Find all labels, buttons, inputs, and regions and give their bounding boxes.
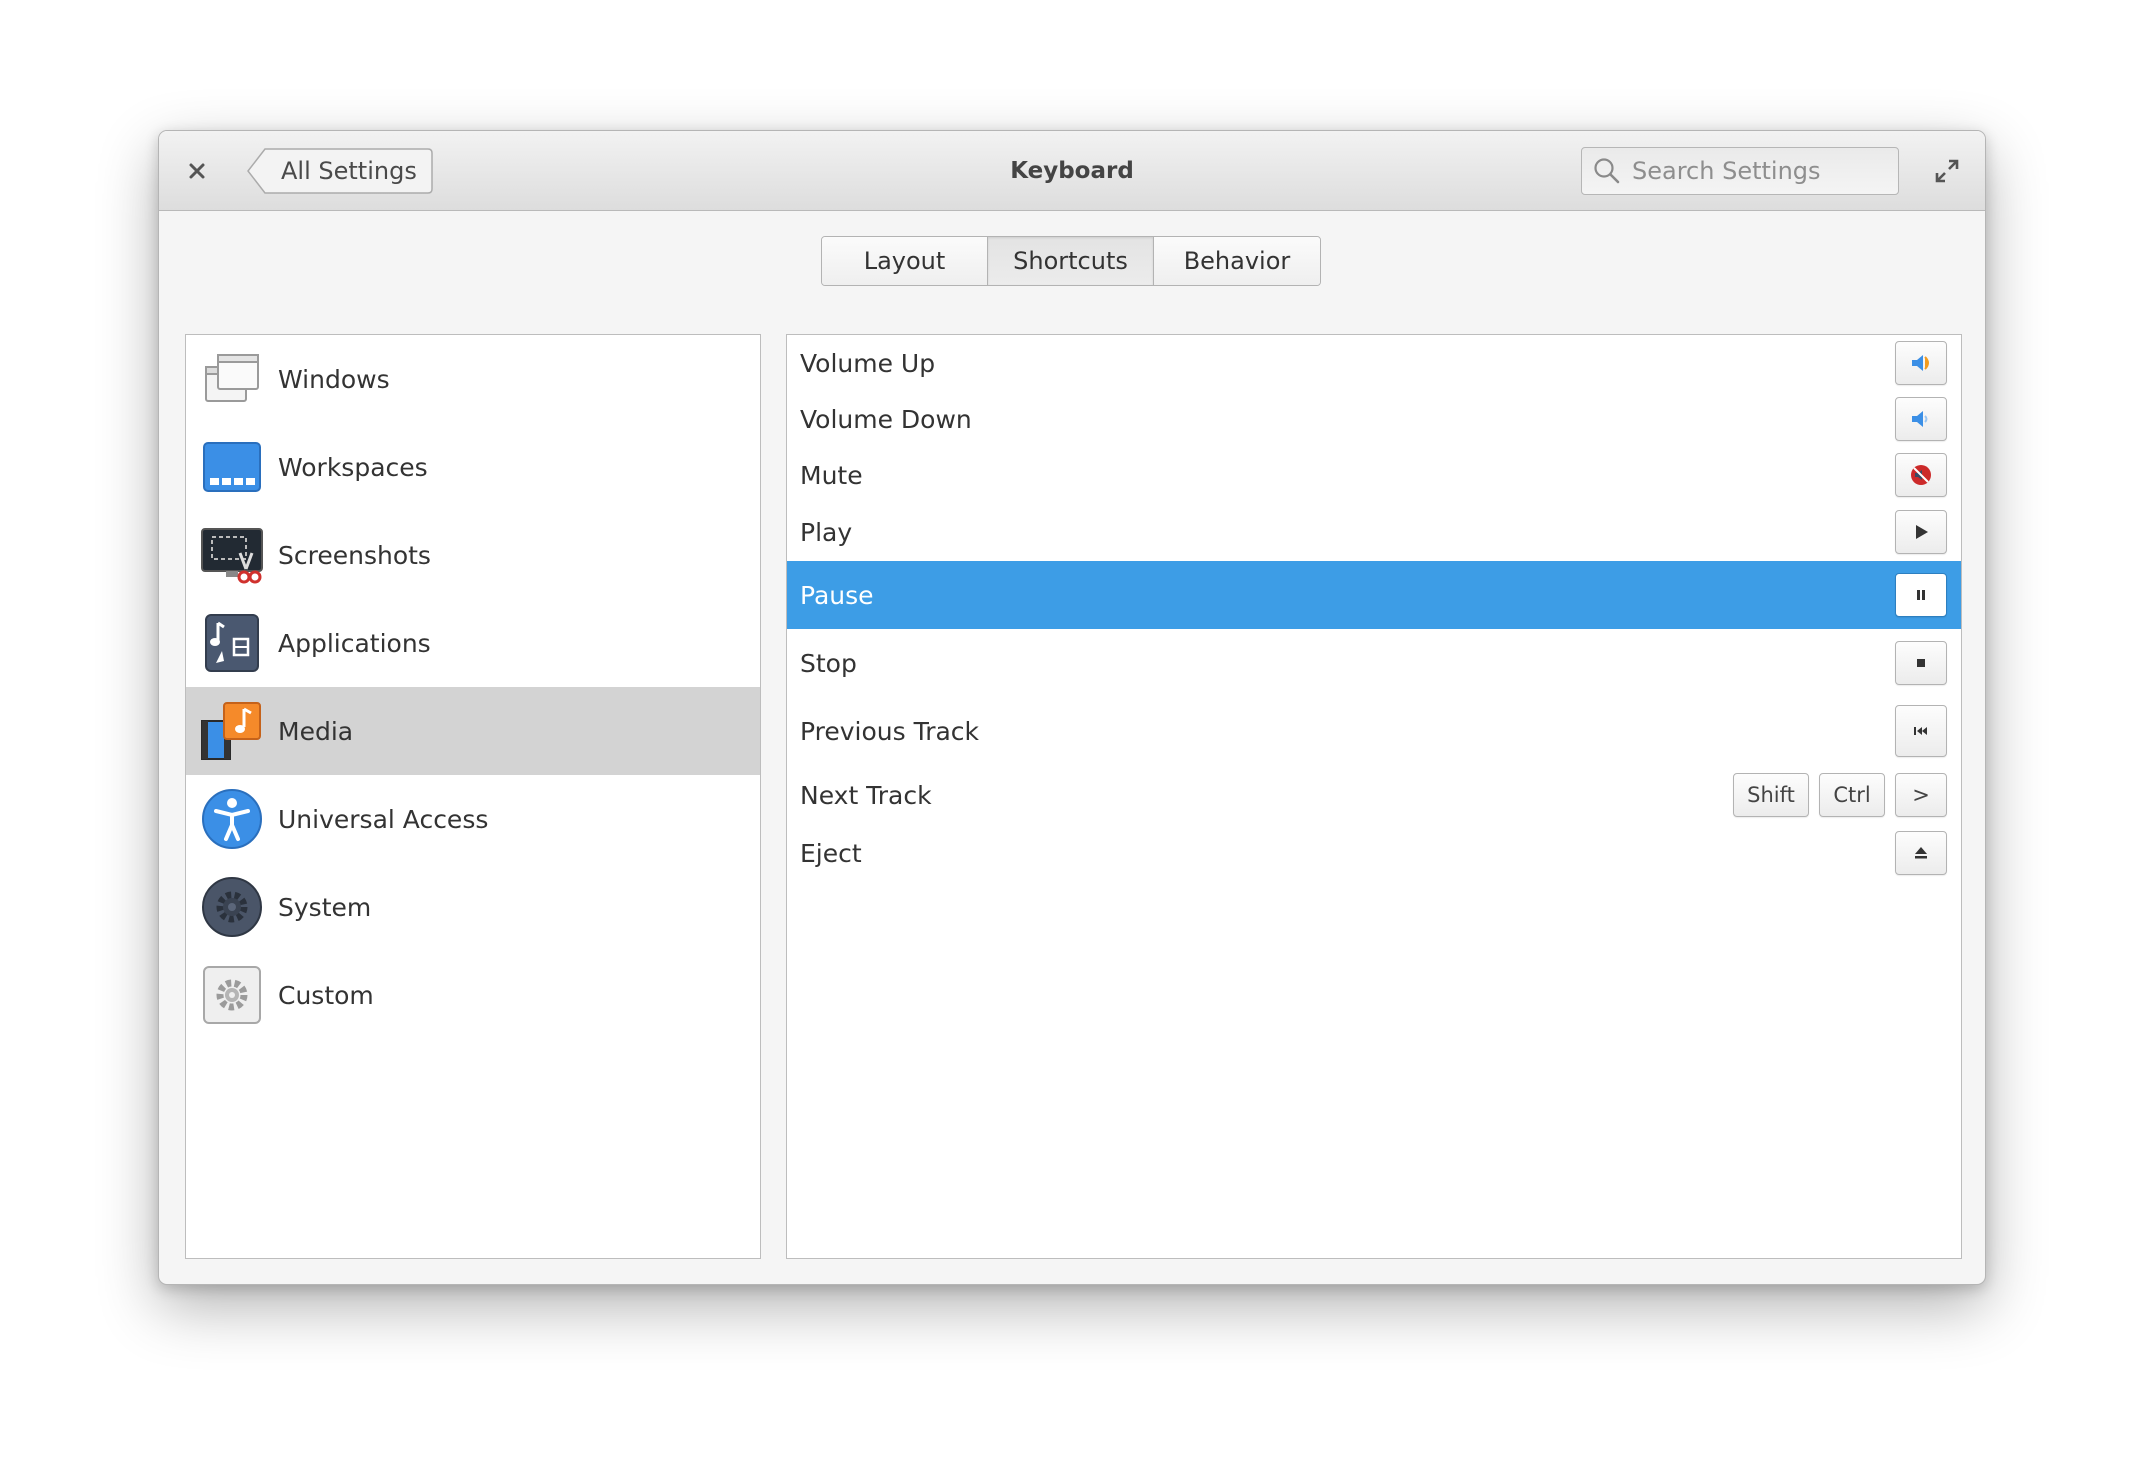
shortcut-key-ctrl[interactable]: Ctrl bbox=[1819, 773, 1885, 817]
shortcut-row-previous-track[interactable]: Previous Track bbox=[787, 697, 1961, 765]
sidebar-item-workspaces[interactable]: Workspaces bbox=[186, 423, 760, 511]
tab-behavior[interactable]: Behavior bbox=[1154, 237, 1320, 285]
maximize-button[interactable] bbox=[1929, 153, 1965, 189]
shortcut-row-pause[interactable]: Pause bbox=[787, 561, 1961, 629]
shortcut-key[interactable] bbox=[1895, 341, 1947, 385]
system-icon bbox=[202, 877, 262, 937]
shortcut-name: Mute bbox=[800, 460, 863, 490]
sidebar-item-label: Media bbox=[278, 716, 354, 746]
sidebar-item-system[interactable]: System bbox=[186, 863, 760, 951]
shortcut-row-volume-down[interactable]: Volume Down bbox=[787, 391, 1961, 447]
shortcut-row-stop[interactable]: Stop bbox=[787, 629, 1961, 697]
search-icon bbox=[1582, 147, 1632, 195]
shortcut-key[interactable] bbox=[1895, 573, 1947, 617]
shortcut-keys bbox=[1895, 705, 1947, 757]
shortcut-key[interactable] bbox=[1895, 705, 1947, 757]
shortcut-name: Next Track bbox=[800, 780, 932, 810]
screenshots-icon bbox=[201, 528, 263, 584]
tab-shortcuts[interactable]: Shortcuts bbox=[988, 237, 1154, 285]
sidebar-item-label: Applications bbox=[278, 628, 431, 658]
custom-icon bbox=[203, 966, 261, 1024]
sidebar-item-screenshots[interactable]: Screenshots bbox=[186, 511, 760, 599]
all-settings-back-button[interactable]: All Settings bbox=[247, 148, 433, 194]
shortcut-row-play[interactable]: Play bbox=[787, 503, 1961, 561]
shortcut-name: Volume Up bbox=[800, 348, 936, 378]
settings-window: All Settings Keyboard Layout Shortcuts B… bbox=[158, 130, 1986, 1285]
sidebar-item-label: Custom bbox=[278, 980, 374, 1010]
maximize-icon bbox=[1935, 159, 1959, 183]
sidebar-item-label: Universal Access bbox=[278, 804, 489, 834]
shortcut-row-mute[interactable]: Mute bbox=[787, 447, 1961, 503]
volume-down-icon bbox=[1912, 411, 1928, 427]
shortcut-keys bbox=[1895, 510, 1947, 554]
shortcut-key[interactable] bbox=[1895, 641, 1947, 685]
sidebar-item-label: Workspaces bbox=[278, 452, 428, 482]
shortcut-name: Previous Track bbox=[800, 716, 980, 746]
search-field[interactable] bbox=[1581, 147, 1899, 195]
shortcut-keys bbox=[1895, 831, 1947, 875]
shortcut-keys bbox=[1895, 641, 1947, 685]
shortcut-key-shift[interactable]: Shift bbox=[1733, 773, 1809, 817]
sidebar-item-label: System bbox=[278, 892, 372, 922]
shortcut-keys bbox=[1895, 341, 1947, 385]
workspaces-icon bbox=[203, 442, 261, 492]
pause-icon bbox=[1917, 590, 1925, 600]
sidebar-item-windows[interactable]: Windows bbox=[186, 335, 760, 423]
shortcut-keys: Shift Ctrl > bbox=[1733, 773, 1947, 817]
shortcut-key[interactable] bbox=[1895, 397, 1947, 441]
shortcut-keys bbox=[1895, 573, 1947, 617]
mute-icon bbox=[1911, 465, 1931, 485]
play-icon bbox=[1916, 525, 1928, 539]
shortcut-key[interactable] bbox=[1895, 831, 1947, 875]
universal-access-icon bbox=[202, 789, 262, 849]
close-icon bbox=[189, 163, 205, 179]
volume-up-icon bbox=[1912, 355, 1929, 371]
shortcut-row-volume-up[interactable]: Volume Up bbox=[787, 335, 1961, 391]
shortcut-key-greater-than[interactable]: > bbox=[1895, 773, 1947, 817]
tab-layout[interactable]: Layout bbox=[822, 237, 988, 285]
category-sidebar: Windows Workspaces Screenshots Applicati… bbox=[185, 334, 761, 1259]
shortcut-name: Eject bbox=[800, 838, 862, 868]
mode-tabs: Layout Shortcuts Behavior bbox=[821, 236, 1321, 286]
shortcut-list: Volume Up Volume Down Mute Play Pause St… bbox=[786, 334, 1962, 1259]
shortcut-keys bbox=[1895, 453, 1947, 497]
shortcut-name: Play bbox=[800, 517, 853, 547]
sidebar-item-applications[interactable]: Applications bbox=[186, 599, 760, 687]
sidebar-item-media[interactable]: Media bbox=[186, 687, 760, 775]
shortcut-key[interactable] bbox=[1895, 453, 1947, 497]
shortcut-row-eject[interactable]: Eject bbox=[787, 825, 1961, 881]
sidebar-item-custom[interactable]: Custom bbox=[186, 951, 760, 1039]
close-button[interactable] bbox=[179, 153, 215, 189]
applications-icon bbox=[205, 614, 259, 672]
shortcut-name: Volume Down bbox=[800, 404, 972, 434]
search-input[interactable] bbox=[1632, 157, 1892, 185]
shortcut-keys bbox=[1895, 397, 1947, 441]
windows-icon bbox=[205, 354, 259, 402]
stop-icon bbox=[1917, 659, 1925, 667]
sidebar-item-universal-access[interactable]: Universal Access bbox=[186, 775, 760, 863]
shortcut-row-next-track[interactable]: Next Track Shift Ctrl > bbox=[787, 765, 1961, 825]
shortcut-name: Pause bbox=[800, 580, 874, 610]
shortcut-key[interactable] bbox=[1895, 510, 1947, 554]
header-bar: All Settings Keyboard bbox=[159, 131, 1985, 211]
sidebar-item-label: Windows bbox=[278, 364, 390, 394]
sidebar-item-label: Screenshots bbox=[278, 540, 431, 570]
previous-track-icon bbox=[1914, 727, 1927, 735]
media-icon bbox=[201, 702, 261, 760]
back-button-label: All Settings bbox=[281, 157, 417, 185]
shortcut-name: Stop bbox=[800, 648, 857, 678]
eject-icon bbox=[1915, 847, 1927, 859]
